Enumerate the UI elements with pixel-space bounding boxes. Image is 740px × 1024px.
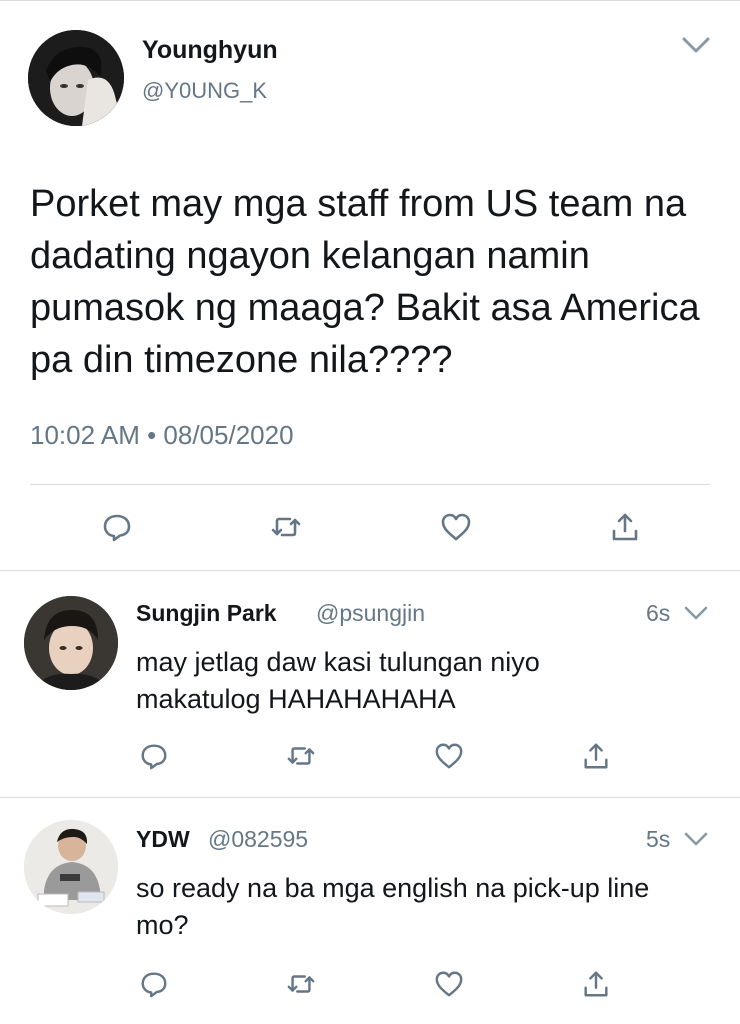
author-handle[interactable]: @082595 — [208, 826, 308, 853]
retweet-icon[interactable] — [270, 511, 302, 543]
divider — [0, 570, 740, 571]
reply-time: 6s — [646, 600, 671, 626]
chevron-down-icon[interactable] — [682, 36, 710, 54]
chevron-down-icon[interactable] — [684, 606, 708, 621]
tweet-timestamp[interactable]: 10:02 AM • 08/05/2020 — [30, 420, 294, 451]
tweet-text: Porket may mga staff from US team na dad… — [30, 183, 700, 381]
divider — [0, 797, 740, 798]
heart-icon[interactable] — [434, 741, 464, 771]
heart-icon[interactable] — [440, 511, 472, 543]
avatar[interactable] — [28, 30, 124, 126]
author-handle[interactable]: @psungjin — [316, 600, 425, 627]
reply-icon[interactable] — [101, 511, 133, 543]
reply-time: 5s — [646, 826, 671, 852]
reply-icon[interactable] — [139, 969, 169, 999]
author-name[interactable]: YDW — [136, 826, 190, 853]
share-icon[interactable] — [609, 511, 641, 543]
author-handle[interactable]: @Y0UNG_K — [142, 78, 267, 104]
author-name[interactable]: Sungjin Park — [136, 600, 277, 627]
share-icon[interactable] — [581, 741, 611, 771]
reply-text: so ready na ba mga english na pick-up li… — [136, 873, 650, 940]
reply-icon[interactable] — [139, 741, 169, 771]
retweet-icon[interactable] — [286, 969, 316, 999]
avatar[interactable] — [24, 596, 118, 690]
reply-text: may jetlag daw kasi tulungan niyo makatu… — [136, 647, 540, 714]
top-divider — [0, 0, 740, 1]
heart-icon[interactable] — [434, 969, 464, 999]
chevron-down-icon[interactable] — [684, 832, 708, 847]
retweet-icon[interactable] — [286, 741, 316, 771]
author-name[interactable]: Younghyun — [142, 36, 278, 65]
divider — [30, 484, 710, 485]
avatar[interactable] — [24, 820, 118, 914]
share-icon[interactable] — [581, 969, 611, 999]
